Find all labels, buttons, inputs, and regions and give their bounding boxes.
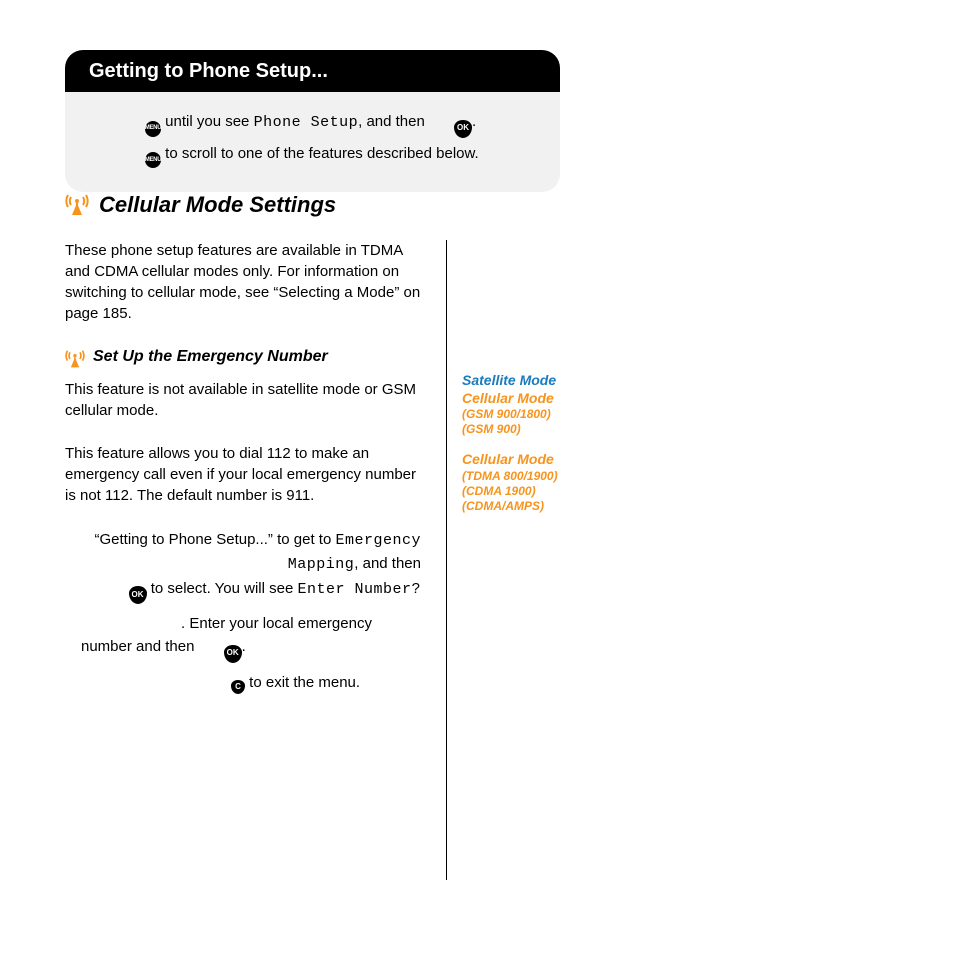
ok-icon: OK	[454, 120, 472, 138]
cdma-amps: (CDMA/AMPS)	[462, 499, 612, 514]
cellular-mode-1: Cellular Mode	[462, 390, 612, 408]
header-title: Getting to Phone Setup...	[65, 50, 560, 95]
mode-sidebar: Satellite Mode Cellular Mode (GSM 900/18…	[462, 372, 612, 514]
satellite-mode: Satellite Mode	[462, 372, 612, 390]
body-p1: This feature is not available in satelli…	[65, 379, 425, 421]
step1c: , and then	[354, 555, 421, 572]
steps-block: “Getting to Phone Setup...” to get to Em…	[65, 528, 425, 694]
step3: to exit the menu.	[249, 674, 360, 691]
sub-heading-row: Set Up the Emergency Number	[65, 348, 425, 369]
gb-row2: to scroll to one of the features describ…	[165, 145, 479, 162]
cellular-mode-2: Cellular Mode	[462, 451, 612, 469]
ok-icon: OK	[224, 645, 242, 663]
getting-to-box: MENU until you see Phone Setup, and then…	[65, 92, 560, 192]
body-p2: This feature allows you to dial 112 to m…	[65, 443, 425, 506]
antenna-icon	[65, 193, 89, 217]
step2b: .	[242, 638, 246, 655]
intro-paragraph: These phone setup features are available…	[65, 240, 425, 324]
section-title-row: Cellular Mode Settings	[65, 192, 336, 218]
tdma: (TDMA 800/1900)	[462, 469, 612, 484]
gb-row1a: until you see	[165, 113, 249, 130]
step1d: to select. You will see	[151, 580, 294, 597]
gsm-900-1800: (GSM 900/1800)	[462, 407, 612, 422]
menu-icon: MENU	[145, 121, 161, 137]
gsm-900: (GSM 900)	[462, 422, 612, 437]
gb-row1d: .	[472, 113, 476, 130]
ok-icon: OK	[129, 586, 147, 604]
antenna-icon	[65, 349, 85, 369]
vertical-divider	[446, 240, 447, 880]
menu-icon: MENU	[145, 152, 161, 168]
c-icon: C	[231, 680, 245, 694]
step1e-lcd: Enter Number?	[297, 581, 421, 598]
sub-heading: Set Up the Emergency Number	[93, 348, 328, 366]
cdma-1900: (CDMA 1900)	[462, 484, 612, 499]
gb-row1c: , and then	[358, 113, 425, 130]
gb-row1-lcd: Phone Setup	[254, 114, 359, 131]
step1a: “Getting to Phone Setup...” to get to	[94, 531, 331, 548]
section-title: Cellular Mode Settings	[99, 192, 336, 218]
